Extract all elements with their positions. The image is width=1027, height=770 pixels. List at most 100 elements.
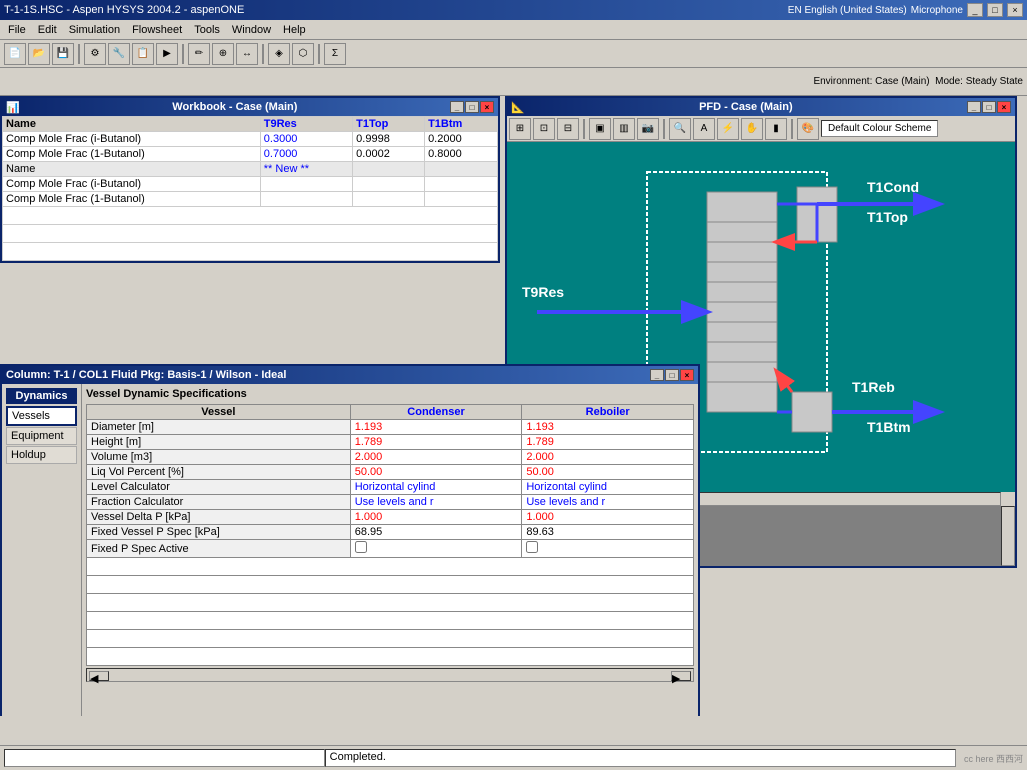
pfd-close[interactable]: ×	[997, 101, 1011, 113]
val-deltap-reb[interactable]: 1.000	[522, 510, 694, 525]
wb-r3-t9[interactable]	[260, 177, 352, 192]
wb-r2-t9[interactable]: 0.7000	[260, 147, 352, 162]
wb-new-val[interactable]: ** New **	[260, 162, 352, 177]
flow2-icon[interactable]: ⬡	[292, 43, 314, 65]
menu-simulation[interactable]: Simulation	[63, 23, 126, 37]
workbook-titlebar: 📊 Workbook - Case (Main) _ □ ×	[2, 98, 498, 116]
lbl-fixedpactive: Fixed P Spec Active	[87, 540, 351, 558]
app-title: T-1-1S.HSC - Aspen HYSYS 2004.2 - aspenO…	[4, 4, 244, 16]
val-diameter-cond[interactable]: 1.193	[350, 420, 522, 435]
val-volume-cond[interactable]: 2.000	[350, 450, 522, 465]
pfd-bar[interactable]: ▮	[765, 118, 787, 140]
pfd-sep1	[583, 119, 585, 139]
menu-file[interactable]: File	[2, 23, 32, 37]
status-message: Completed.	[325, 749, 956, 767]
env-line2: Mode: Steady State	[935, 76, 1023, 87]
new-icon[interactable]: 📄	[4, 43, 26, 65]
draw2-icon[interactable]: ⊕	[212, 43, 234, 65]
wb-r4-t1top[interactable]	[353, 192, 425, 207]
pfd-tool4[interactable]: ▣	[589, 118, 611, 140]
menu-edit[interactable]: Edit	[32, 23, 63, 37]
nav-item-holdup[interactable]: Holdup	[6, 446, 77, 464]
menu-bar: File Edit Simulation Flowsheet Tools Win…	[0, 20, 1027, 40]
wb-r4-t1btm[interactable]	[425, 192, 498, 207]
workbook-maximize[interactable]: □	[465, 101, 479, 113]
val-liqvol-reb[interactable]: 50.00	[522, 465, 694, 480]
wb-empty-1	[3, 207, 498, 225]
menu-window[interactable]: Window	[226, 23, 277, 37]
workbook-title: Workbook - Case (Main)	[172, 101, 297, 113]
dialog-close[interactable]: ×	[680, 369, 694, 381]
val-fixedpactive-cond[interactable]	[350, 540, 522, 558]
menu-help[interactable]: Help	[277, 23, 312, 37]
specs-row-liqvol: Liq Vol Percent [%] 50.00 50.00	[87, 465, 694, 480]
draw1-icon[interactable]: ✏	[188, 43, 210, 65]
nav-item-vessels[interactable]: Vessels	[6, 406, 77, 426]
save-icon[interactable]: 💾	[52, 43, 74, 65]
wb-r1-t1top[interactable]: 0.9998	[353, 132, 425, 147]
dialog-titlebar: Column: T-1 / COL1 Fluid Pkg: Basis-1 / …	[2, 366, 698, 384]
pfd-tool2[interactable]: ⊡	[533, 118, 555, 140]
workbook-close[interactable]: ×	[480, 101, 494, 113]
specs-empty-2	[87, 576, 694, 594]
scroll-right-btn[interactable]: ▶	[671, 671, 691, 681]
wb-r2-t1btm[interactable]: 0.8000	[425, 147, 498, 162]
pfd-maximize[interactable]: □	[982, 101, 996, 113]
wb-r4-t9[interactable]	[260, 192, 352, 207]
val-diameter-reb[interactable]: 1.193	[522, 420, 694, 435]
menu-flowsheet[interactable]: Flowsheet	[126, 23, 188, 37]
close-button[interactable]: ×	[1007, 3, 1023, 17]
checkbox-fixedp-reb[interactable]	[526, 541, 538, 553]
open-icon[interactable]: 📂	[28, 43, 50, 65]
minimize-button[interactable]: _	[967, 3, 983, 17]
val-volume-reb[interactable]: 2.000	[522, 450, 694, 465]
val-fixedp-cond[interactable]: 68.95	[350, 525, 522, 540]
workbook-minimize[interactable]: _	[450, 101, 464, 113]
scroll-left-btn[interactable]: ◀	[89, 671, 109, 681]
val-levelcalc-cond[interactable]: Horizontal cylind	[350, 480, 522, 495]
content-hscroll[interactable]: ◀ ▶	[86, 668, 694, 682]
misc1-icon[interactable]: Σ	[324, 43, 346, 65]
tool4-icon[interactable]: ▶	[156, 43, 178, 65]
pfd-tool3[interactable]: ⊟	[557, 118, 579, 140]
wb-r3-t1btm[interactable]	[425, 177, 498, 192]
wb-r2-t1top[interactable]: 0.0002	[353, 147, 425, 162]
specs-row-fixedpactive: Fixed P Spec Active	[87, 540, 694, 558]
pfd-minimize[interactable]: _	[967, 101, 981, 113]
val-levelcalc-reb[interactable]: Horizontal cylind	[522, 480, 694, 495]
val-fraccalc-reb[interactable]: Use levels and r	[522, 495, 694, 510]
val-fixedp-reb[interactable]: 89.63	[522, 525, 694, 540]
flow1-icon[interactable]: ◈	[268, 43, 290, 65]
val-height-reb[interactable]: 1.789	[522, 435, 694, 450]
pfd-color-scheme[interactable]: Default Colour Scheme	[821, 120, 938, 137]
val-deltap-cond[interactable]: 1.000	[350, 510, 522, 525]
tool2-icon[interactable]: 🔧	[108, 43, 130, 65]
nav-item-equipment[interactable]: Equipment	[6, 427, 77, 445]
pfd-tool5[interactable]: ▥	[613, 118, 635, 140]
pfd-vscroll[interactable]	[1001, 506, 1015, 566]
pfd-text[interactable]: A	[693, 118, 715, 140]
menu-tools[interactable]: Tools	[188, 23, 226, 37]
dialog-minimize[interactable]: _	[650, 369, 664, 381]
specs-row-fixedp: Fixed Vessel P Spec [kPa] 68.95 89.63	[87, 525, 694, 540]
tool3-icon[interactable]: 📋	[132, 43, 154, 65]
tool1-icon[interactable]: ⚙	[84, 43, 106, 65]
maximize-button[interactable]: □	[987, 3, 1003, 17]
wb-r1-t9[interactable]: 0.3000	[260, 132, 352, 147]
wb-r1-t1btm[interactable]: 0.2000	[425, 132, 498, 147]
pfd-hand[interactable]: ✋	[741, 118, 763, 140]
workbook-icon: 📊	[6, 101, 20, 114]
draw3-icon[interactable]: ↔	[236, 43, 258, 65]
pfd-palette[interactable]: 🎨	[797, 118, 819, 140]
val-fraccalc-cond[interactable]: Use levels and r	[350, 495, 522, 510]
wb-r3-t1top[interactable]	[353, 177, 425, 192]
dialog-maximize[interactable]: □	[665, 369, 679, 381]
val-fixedpactive-reb[interactable]	[522, 540, 694, 558]
val-liqvol-cond[interactable]: 50.00	[350, 465, 522, 480]
val-height-cond[interactable]: 1.789	[350, 435, 522, 450]
pfd-tool1[interactable]: ⊞	[509, 118, 531, 140]
pfd-tool6[interactable]: 📷	[637, 118, 659, 140]
pfd-bolt[interactable]: ⚡	[717, 118, 739, 140]
checkbox-fixedp-cond[interactable]	[355, 541, 367, 553]
pfd-search[interactable]: 🔍	[669, 118, 691, 140]
